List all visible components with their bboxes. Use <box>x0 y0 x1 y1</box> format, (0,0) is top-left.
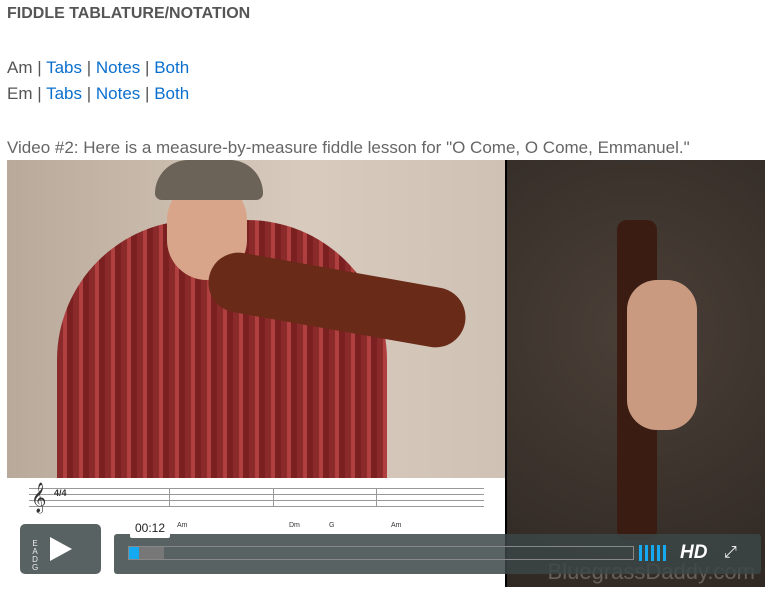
player-cap <box>155 160 263 200</box>
bar-line <box>169 488 170 507</box>
sep: | <box>37 58 42 77</box>
hd-button[interactable]: HD <box>680 542 707 564</box>
sep: | <box>37 84 42 103</box>
fullscreen-icon[interactable]: ⤢ <box>724 544 737 562</box>
notes-link[interactable]: Notes <box>96 84 140 103</box>
tabs-link[interactable]: Tabs <box>46 84 82 103</box>
notes-link[interactable]: Notes <box>96 58 140 77</box>
chord-label: Am <box>177 522 188 529</box>
tab-strings: E A D G <box>32 539 39 572</box>
control-bar: 00:12 HD ⤢ <box>114 518 761 574</box>
tabs-link[interactable]: Tabs <box>46 58 82 77</box>
both-link[interactable]: Both <box>154 58 189 77</box>
key-row-am: Am | Tabs | Notes | Both <box>7 58 189 78</box>
section-heading: FIDDLE TABLATURE/NOTATION <box>7 5 251 22</box>
staff-line <box>29 494 484 495</box>
video-caption: Video #2: Here is a measure-by-measure f… <box>7 138 690 157</box>
key-row-em: Em | Tabs | Notes | Both <box>7 84 189 104</box>
sep: | <box>86 58 92 77</box>
video-player[interactable]: BluegrassDaddy.com 𝄞 4/4 Am Dm G Am E A … <box>7 160 765 587</box>
staff-line <box>29 488 484 489</box>
volume-icon[interactable] <box>639 545 669 561</box>
chord-label: Dm <box>289 522 300 529</box>
seek-bar[interactable]: 00:12 <box>128 518 634 560</box>
staff-line <box>29 506 484 507</box>
chord-label: Am <box>391 522 402 529</box>
chord-label: G <box>329 522 335 529</box>
hand-image <box>627 280 697 430</box>
staff-line <box>29 500 484 501</box>
bar-line <box>273 488 274 507</box>
sep: | <box>86 84 92 103</box>
sep: | <box>145 84 150 103</box>
key-label: Am <box>7 58 33 77</box>
video-frame-main <box>7 160 505 478</box>
video-frame-closeup: BluegrassDaddy.com <box>507 160 765 587</box>
time-tooltip: 00:12 <box>130 518 171 538</box>
both-link[interactable]: Both <box>154 84 189 103</box>
treble-clef-icon: 𝄞 <box>31 482 47 512</box>
progress-bar[interactable] <box>129 547 140 559</box>
key-label: Em <box>7 84 33 103</box>
bar-line <box>376 488 377 507</box>
time-signature: 4/4 <box>54 488 67 498</box>
sep: | <box>145 58 150 77</box>
